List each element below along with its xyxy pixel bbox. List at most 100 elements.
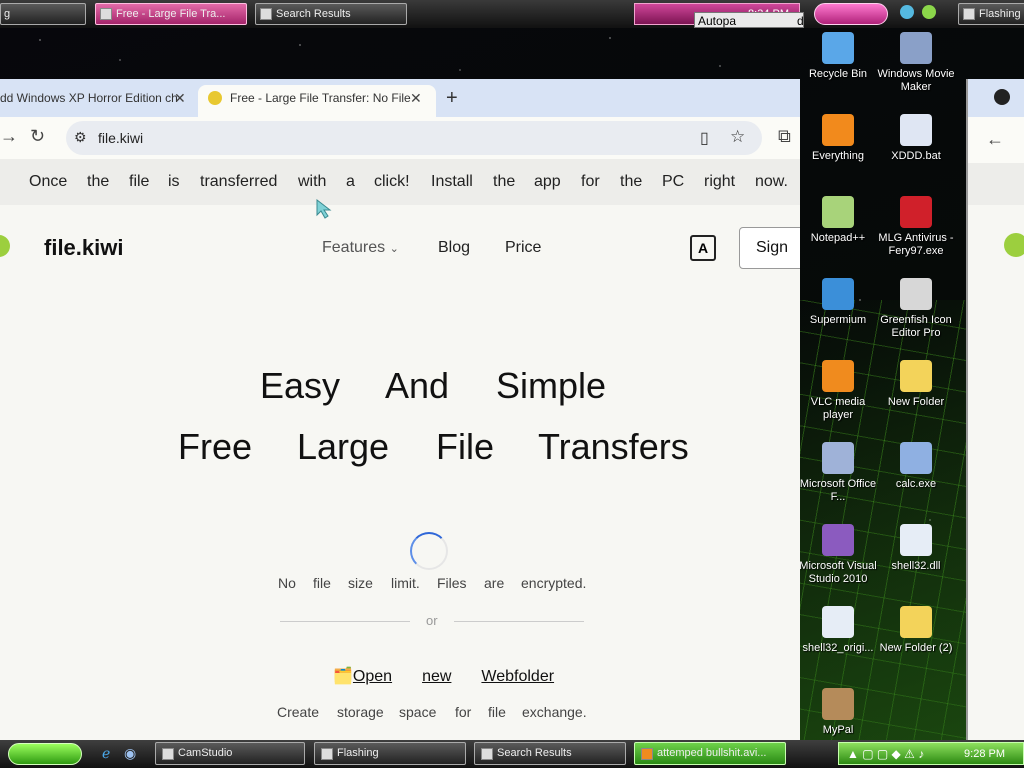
ie-icon[interactable] (900, 5, 914, 19)
desktop-icon-label: VLC media player (810, 396, 866, 421)
search-window-icon (260, 8, 272, 20)
desktop-icon-label: New Folder (887, 396, 945, 408)
desktop-icon-greenfish[interactable]: Greenfish Icon Editor Pro (876, 278, 956, 340)
link-word: new (422, 668, 452, 685)
desktop-icon-office[interactable]: Microsoft Office F... (798, 442, 878, 504)
ie-icon[interactable]: ℯ (102, 745, 110, 762)
caption-word: Create (277, 704, 320, 720)
desktop-icon-recycle-bin[interactable]: Recycle Bin (798, 32, 878, 81)
popup-text: Autopa (698, 14, 737, 28)
desktop-icon-label: Everything (812, 150, 864, 162)
tab-file-kiwi[interactable]: Free - Large File Transfer: No File ✕ (198, 85, 436, 117)
folder-quick-icon[interactable] (922, 5, 937, 19)
site-info-icon[interactable]: ⚙ (74, 129, 87, 146)
nav-blog[interactable]: Blog (438, 239, 470, 257)
taskbar-button-left[interactable]: g (0, 3, 86, 25)
divider-left (280, 621, 410, 622)
desktop-icon-label: calc.exe (895, 478, 937, 490)
site-header: file.kiwi Features ⌄ Blog Price A Sign (0, 205, 800, 289)
taskbar-button-search-results[interactable]: Search Results (255, 3, 407, 25)
desktop-icon-notepad-plus[interactable]: Notepad++ (798, 196, 878, 245)
page-icon[interactable]: ▯ (700, 128, 709, 148)
desktop-icon-visual-studio[interactable]: Microsoft Visual Studio 2010 (798, 524, 878, 586)
bottom-system-tray: ▲ ▢ ▢ ◆ ⚠ ♪ 9:28 PM (838, 742, 1024, 765)
nav-price[interactable]: Price (505, 239, 541, 257)
start-button-top[interactable] (814, 3, 888, 25)
desktop-icon-folder[interactable]: New Folder (2) (876, 606, 956, 655)
kiwi-logo-icon (1004, 233, 1024, 257)
address-bar[interactable]: ⚙ file.kiwi ▯ ☆ (66, 121, 762, 155)
subtitle-word: file (313, 575, 331, 591)
subtitle-word: encrypted. (521, 575, 587, 591)
forward-icon[interactable]: → (0, 126, 18, 147)
taskbar-button-label: CamStudio (178, 747, 233, 759)
taskbar-button-flashing[interactable]: Flashing (314, 742, 466, 765)
tray-icons[interactable]: ▲ ▢ ▢ ◆ ⚠ ♪ (847, 747, 924, 761)
nav-features[interactable]: Features ⌄ (322, 239, 399, 257)
close-tab-icon[interactable]: ✕ (174, 85, 186, 111)
banner-word: transferred (200, 173, 278, 190)
banner-word: right (704, 173, 736, 190)
quick-launch-top (900, 5, 950, 23)
hero-word: Free (178, 426, 253, 467)
start-button[interactable] (8, 743, 82, 765)
desktop-icon-label: Windows Movie Maker (877, 68, 955, 93)
loading-spinner (410, 532, 448, 570)
link-word: Webfolder (481, 668, 555, 685)
taskbar-button-vlc-video[interactable]: attemped bullshit.avi... (634, 742, 786, 765)
bookmark-star-icon[interactable]: ☆ (730, 127, 745, 147)
url-text[interactable]: file.kiwi (98, 130, 143, 146)
banner-word: file (129, 173, 150, 190)
tab-label: dd Windows XP Horror Edition ch (0, 91, 178, 105)
taskbar-button-file-transfer[interactable]: Free - Large File Tra... (95, 3, 247, 25)
sign-in-button[interactable]: Sign (739, 227, 800, 269)
kiwi-logo-icon (0, 235, 10, 257)
notepad-plus-icon (822, 196, 854, 228)
tab-windows-xp-horror[interactable]: dd Windows XP Horror Edition ch ✕ (0, 85, 192, 117)
desktop-icon-movie-maker[interactable]: Windows Movie Maker (876, 32, 956, 94)
desktop-icon-mypal[interactable]: MyPal (798, 688, 878, 737)
recycle-bin-icon (822, 32, 854, 64)
show-desktop-icon[interactable]: ◉ (124, 745, 136, 762)
new-tab-icon[interactable]: + (446, 87, 458, 110)
autoplay-popup[interactable]: Autopa d (694, 12, 804, 28)
close-tab-icon[interactable]: ✕ (410, 85, 422, 111)
extensions-icon[interactable]: ⧉ (778, 126, 791, 147)
taskbar-button-label: g (4, 8, 11, 20)
desktop-icon-vlc[interactable]: VLC media player (798, 360, 878, 422)
chevron-down-icon: ⌄ (389, 243, 399, 255)
subtitle-word: limit. (391, 575, 420, 591)
desktop-icon-bat-file[interactable]: XDDD.bat (876, 114, 956, 163)
taskbar-button-camstudio[interactable]: CamStudio (155, 742, 305, 765)
mlg-antivirus-icon (900, 196, 932, 228)
desktop-icon-label: MLG Antivirus - Fery97.exe (878, 232, 954, 257)
taskbar-button-flashing-top[interactable]: Flashing (958, 3, 1024, 25)
desktop-icon-everything[interactable]: Everything (798, 114, 878, 163)
mouse-cursor-icon (316, 199, 332, 219)
desktop-icon-label: Greenfish Icon Editor Pro (880, 314, 952, 339)
install-banner[interactable]: Once the file is transferred with a clic… (0, 159, 800, 205)
desktop-icon-folder[interactable]: New Folder (876, 360, 956, 409)
second-browser-window[interactable]: ← (966, 79, 1024, 740)
github-icon[interactable] (994, 89, 1010, 105)
site-logo[interactable]: file.kiwi (44, 235, 123, 261)
banner-word: the (493, 173, 516, 190)
desktop-icon-dll-file[interactable]: shell32.dll (876, 524, 956, 573)
subtitle-word: No (278, 575, 296, 591)
subtitle-word: size (348, 575, 373, 591)
popup-suffix: d (797, 14, 804, 28)
bottom-clock[interactable]: 9:28 PM (964, 748, 1005, 760)
back-icon[interactable]: ← (986, 129, 1004, 150)
folder-icon (900, 606, 932, 638)
chrome-icon (100, 8, 112, 20)
reload-icon[interactable]: ↻ (30, 126, 45, 147)
desktop-icon-calculator[interactable]: calc.exe (876, 442, 956, 491)
folder-icon: 🗂️ (333, 668, 353, 685)
taskbar-button-search-results[interactable]: Search Results (474, 742, 626, 765)
desktop-icon-supermium[interactable]: Supermium (798, 278, 878, 327)
open-webfolder-link[interactable]: 🗂️Open new Webfolder (333, 666, 554, 686)
desktop-icon-mlg-antivirus[interactable]: MLG Antivirus - Fery97.exe (876, 196, 956, 258)
banner-word: the (620, 173, 643, 190)
translate-icon[interactable]: A (690, 235, 716, 261)
desktop-icon-dll-file[interactable]: shell32_origi... (798, 606, 878, 655)
